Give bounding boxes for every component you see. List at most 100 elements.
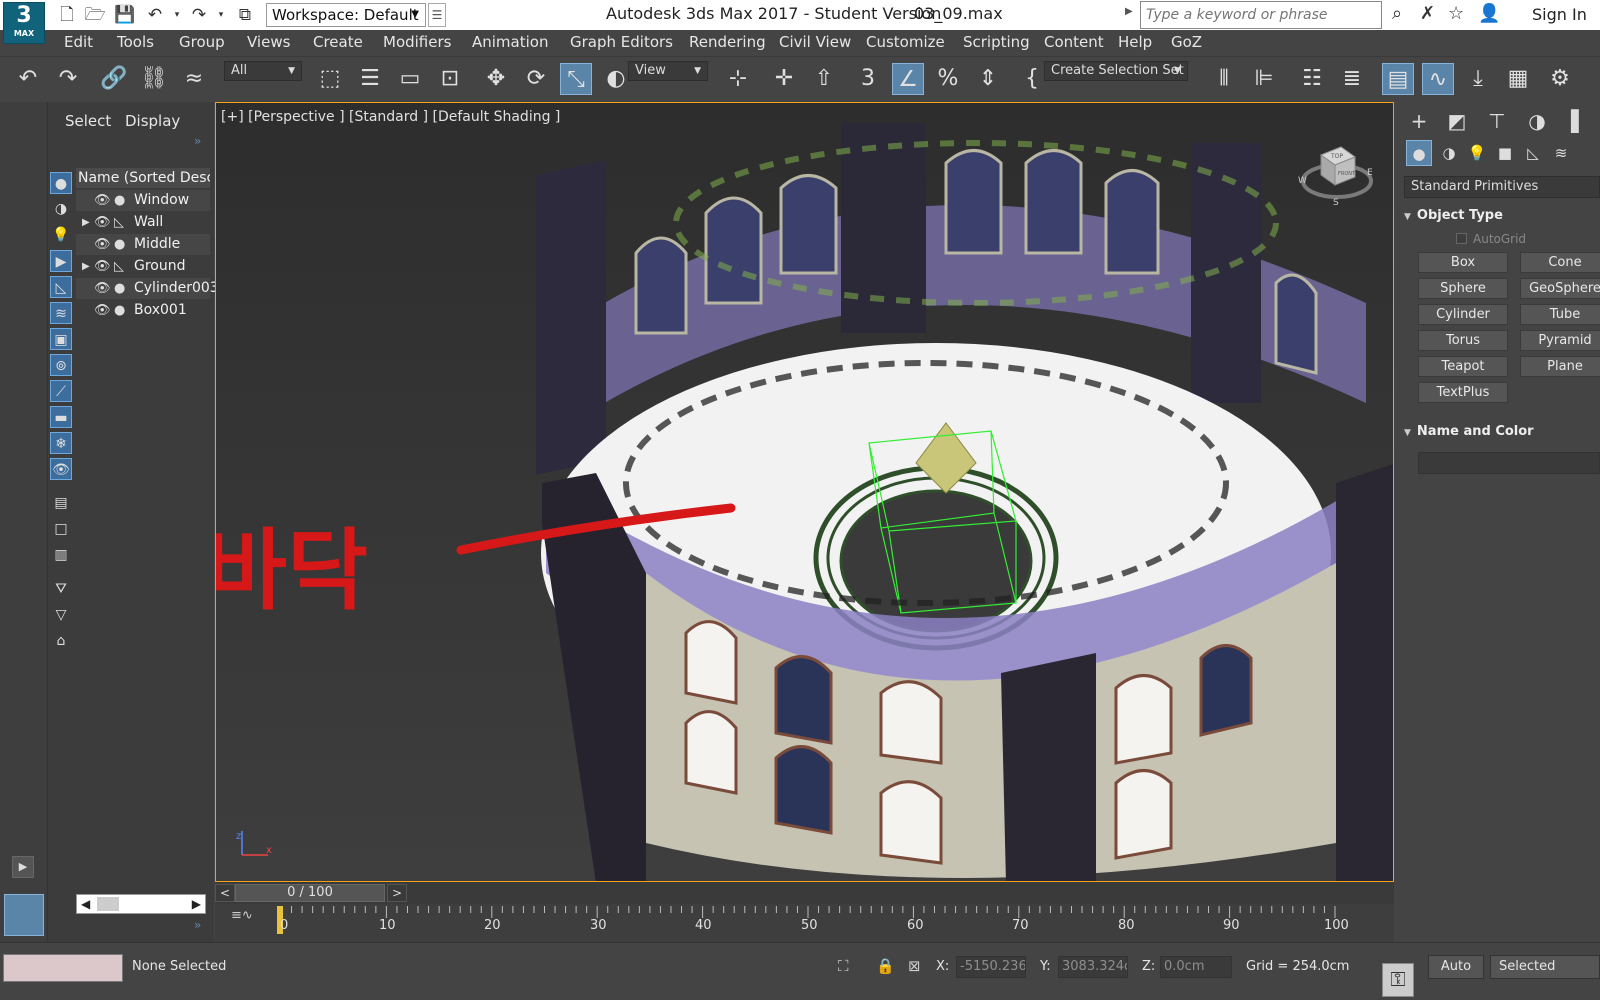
double-chevron-icon[interactable]: » [194, 134, 201, 148]
sign-in-link[interactable]: Sign In [1532, 5, 1587, 24]
angle-snap-icon[interactable]: ∠ [892, 63, 924, 95]
keyboard-shortcut-override-icon[interactable]: ⇧ [808, 63, 840, 95]
menu-graph-editors[interactable]: Graph Editors [570, 33, 673, 51]
scroll-thumb[interactable] [97, 897, 119, 911]
space-warps-category-icon[interactable]: ≋ [1548, 140, 1574, 166]
frozen-filter-icon[interactable]: ❄ [50, 432, 72, 454]
selection-filter-dropdown[interactable]: All ▼ [224, 61, 302, 81]
textplus-button[interactable]: TextPlus [1418, 382, 1508, 403]
lights-filter-icon[interactable]: 💡 [50, 224, 72, 246]
expand-layout-icon[interactable]: ▶ [12, 856, 34, 878]
mirror-icon[interactable]: ⫴ [1208, 63, 1240, 95]
unlink-icon[interactable]: ⛓ [138, 63, 170, 95]
geometry-filter-icon[interactable]: ● [50, 172, 72, 194]
percent-snap-icon[interactable]: % [932, 63, 964, 95]
move-icon[interactable]: ✥ [480, 63, 512, 95]
window-crossing-icon[interactable]: ⊡ [434, 63, 466, 95]
selection-filter-icon[interactable]: ▽ [50, 604, 72, 626]
open-folder-icon[interactable]: 🗁 [84, 4, 106, 26]
scene-item-middle[interactable]: 👁 ● Middle [76, 234, 210, 255]
track-bar[interactable]: ≡∿ 0 10 20 30 40 50 60 70 80 90 100 [215, 904, 1394, 942]
reference-coordinate-dropdown[interactable]: View ▼ [628, 61, 708, 81]
ribbon-toggle-icon[interactable]: ▤ [1382, 63, 1414, 95]
helpers-filter-icon[interactable]: ◺ [50, 276, 72, 298]
menu-tools[interactable]: Tools [117, 33, 154, 51]
groups-filter-icon[interactable]: ▣ [50, 328, 72, 350]
name-and-color-rollout[interactable]: ▼ Name and Color [1404, 424, 1600, 439]
communication-center-icon[interactable]: ✗ [1420, 3, 1435, 24]
explorer-options-icon[interactable]: ⌂ [50, 630, 72, 652]
cameras-filter-icon[interactable]: ▶ [50, 250, 72, 272]
display-none-icon[interactable]: □ [50, 518, 72, 540]
scroll-right-icon[interactable]: ▶ [192, 895, 201, 913]
object-name-field[interactable] [1418, 452, 1600, 474]
menu-content[interactable]: Content [1044, 33, 1104, 51]
menu-goz[interactable]: GoZ [1171, 33, 1202, 51]
visibility-eye-icon[interactable]: 👁 [94, 190, 111, 211]
search-input[interactable] [1141, 2, 1381, 28]
maxscript-listener-field[interactable] [3, 954, 123, 982]
menu-rendering[interactable]: Rendering [689, 33, 766, 51]
shapes-filter-icon[interactable]: ◑ [50, 198, 72, 220]
bind-space-warp-icon[interactable]: ≈ [178, 63, 210, 95]
torus-button[interactable]: Torus [1418, 330, 1508, 351]
binoculars-icon[interactable]: ⌕ [1392, 3, 1402, 24]
scene-item-cylinder003[interactable]: 👁 ● Cylinder003 [76, 278, 219, 299]
save-icon[interactable]: 💾 [114, 4, 136, 26]
spinner-snap-icon[interactable]: ⇕ [972, 63, 1004, 95]
shapes-category-icon[interactable]: ◑ [1436, 140, 1462, 166]
autogrid-checkbox[interactable]: AutoGrid [1456, 232, 1526, 246]
search-expand-icon[interactable]: ▶ [1125, 6, 1133, 17]
next-frame-icon[interactable]: > [387, 884, 407, 902]
cylinder-button[interactable]: Cylinder [1418, 304, 1508, 325]
previous-frame-icon[interactable]: < [215, 884, 235, 902]
tab-display[interactable]: Display [125, 112, 180, 130]
scene-item-ground[interactable]: ▶ 👁 ◺ Ground [76, 256, 210, 277]
named-selection-set-dropdown[interactable]: Create Selection Set ▼ [1044, 61, 1188, 81]
menu-edit[interactable]: Edit [64, 33, 93, 51]
create-tab-icon[interactable]: + [1404, 106, 1434, 136]
tab-select[interactable]: Select [65, 112, 111, 130]
geometry-category-icon[interactable]: ● [1406, 140, 1432, 166]
scale-icon[interactable]: ⤡ [560, 63, 592, 95]
double-chevron-icon[interactable]: » [194, 918, 201, 932]
select-by-name-icon[interactable]: ☰ [354, 63, 386, 95]
scene-item-window[interactable]: 👁 ● Window [76, 190, 210, 211]
redo-icon[interactable]: ↷ [188, 4, 210, 26]
column-header-name[interactable]: Name (Sorted Descending) [76, 168, 210, 188]
teapot-button[interactable]: Teapot [1418, 356, 1508, 377]
plane-button[interactable]: Plane [1520, 356, 1600, 377]
box-button[interactable]: Box [1418, 252, 1508, 273]
select-manipulate-icon[interactable]: ✛ [768, 63, 800, 95]
menu-civil-view[interactable]: Civil View [779, 33, 851, 51]
geosphere-button[interactable]: GeoSphere [1520, 278, 1600, 299]
modify-tab-icon[interactable]: ◩ [1442, 106, 1472, 136]
bones-filter-icon[interactable]: ⟋ [50, 380, 72, 402]
viewcube[interactable]: TOP FRONT W E S [1297, 131, 1377, 211]
visibility-eye-icon[interactable]: 👁 [94, 234, 111, 255]
render-setup-icon[interactable]: ⚙ [1544, 63, 1576, 95]
scroll-left-icon[interactable]: ◀ [81, 895, 90, 913]
object-type-rollout[interactable]: ▼ Object Type [1404, 208, 1600, 223]
snaps-toggle-icon[interactable]: 3 [852, 63, 884, 95]
pyramid-button[interactable]: Pyramid [1520, 330, 1600, 351]
visibility-eye-icon[interactable]: 👁 [94, 256, 111, 277]
new-file-icon[interactable]: 🗋 [56, 4, 78, 26]
workspace-dropdown[interactable]: Workspace: Default ▼ [266, 3, 426, 27]
scene-explorer-toggle-icon[interactable]: ☷ [1296, 63, 1328, 95]
menu-animation[interactable]: Animation [472, 33, 548, 51]
rectangular-selection-icon[interactable]: ▭ [394, 63, 426, 95]
scene-item-wall[interactable]: ▶ 👁 ◺ Wall [76, 212, 210, 233]
space-warps-filter-icon[interactable]: ≋ [50, 302, 72, 324]
menu-modifiers[interactable]: Modifiers [383, 33, 451, 51]
x-coordinate-field[interactable]: -5150.236cm [956, 956, 1026, 978]
absolute-mode-icon[interactable]: ⊠ [908, 957, 921, 975]
helpers-category-icon[interactable]: ◺ [1520, 140, 1546, 166]
mini-curve-editor-icon[interactable]: ≡∿ [231, 908, 253, 923]
rotate-icon[interactable]: ⟳ [520, 63, 552, 95]
curve-editor-icon[interactable]: ∿ [1422, 63, 1454, 95]
hidden-filter-icon[interactable]: 👁 [50, 458, 72, 480]
display-tab-icon[interactable]: ▐ [1556, 106, 1586, 136]
visibility-eye-icon[interactable]: 👁 [94, 300, 111, 321]
filter-funnel-icon[interactable]: ⛛ [50, 578, 72, 600]
